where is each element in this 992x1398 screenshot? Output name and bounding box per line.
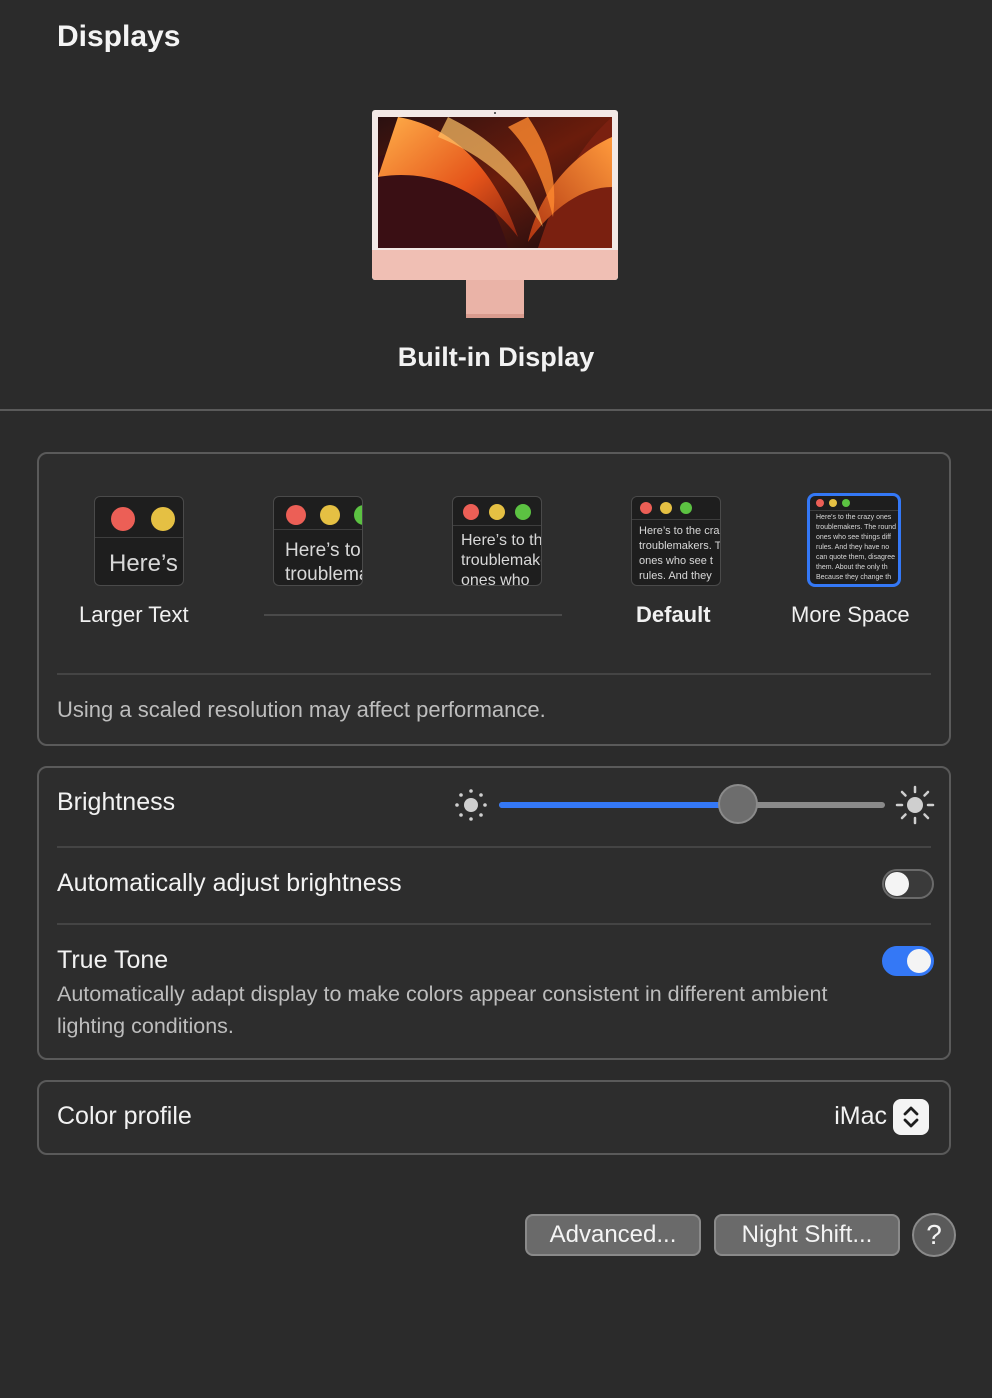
row-divider	[57, 923, 931, 925]
row-divider	[57, 673, 931, 675]
minimize-dot-icon	[320, 505, 340, 525]
resolution-preview: Here’s to the troublemakers	[273, 496, 363, 586]
brightness-low-icon	[455, 789, 487, 821]
color-profile-group: Color profile iMac	[37, 1080, 951, 1155]
auto-brightness-toggle[interactable]	[882, 869, 934, 899]
color-profile-select[interactable]	[893, 1099, 929, 1135]
minimize-dot-icon	[151, 507, 175, 531]
chevron-up-down-icon	[903, 1106, 919, 1128]
zoom-dot-icon	[515, 504, 531, 520]
close-dot-icon	[816, 499, 824, 507]
true-tone-label: True Tone	[57, 946, 169, 974]
true-tone-toggle[interactable]	[882, 946, 934, 976]
minimize-dot-icon	[829, 499, 837, 507]
imac-stand-foot	[466, 314, 524, 318]
wallpaper-image	[378, 117, 612, 248]
imac-stand	[466, 280, 524, 316]
night-shift-button[interactable]: Night Shift...	[714, 1214, 900, 1256]
display-name: Built-in Display	[397, 342, 595, 372]
color-profile-value[interactable]: iMac	[834, 1102, 887, 1131]
resolution-label: Larger Text	[79, 602, 189, 627]
close-dot-icon	[463, 504, 479, 520]
section-divider	[0, 409, 992, 411]
brightness-slider-knob[interactable]	[718, 784, 759, 824]
preview-text: Here's to the crazy ones troublemakers. …	[816, 514, 897, 581]
minimize-dot-icon	[660, 502, 672, 514]
row-divider	[57, 846, 931, 848]
brightness-high-icon	[895, 785, 935, 825]
close-dot-icon	[286, 505, 306, 525]
close-dot-icon	[111, 507, 135, 531]
resolution-label: More Space	[791, 602, 910, 627]
true-tone-description: Automatically adapt display to make colo…	[57, 982, 828, 1038]
brightness-slider-fill	[499, 802, 739, 808]
color-profile-label: Color profile	[57, 1102, 192, 1130]
advanced-button[interactable]: Advanced...	[525, 1214, 701, 1256]
brightness-slider[interactable]	[499, 784, 885, 824]
resolution-preview: Here’s	[94, 496, 184, 586]
preview-text: Here’s	[109, 550, 178, 577]
preview-text: Here’s to the troublemakers	[285, 540, 362, 585]
resolution-group-line	[264, 614, 562, 616]
zoom-dot-icon	[680, 502, 692, 514]
help-button[interactable]: ?	[912, 1213, 956, 1257]
resolution-label: Default	[636, 602, 711, 627]
resolution-preview-selected: Here's to the crazy ones troublemakers. …	[807, 493, 901, 587]
resolution-group: Here’s Larger Text Here’s to the trouble…	[37, 452, 951, 746]
imac-chin	[372, 250, 618, 280]
imac-display-icon[interactable]	[372, 110, 618, 320]
page-title: Displays	[57, 20, 181, 53]
preview-text: Here’s to the crazy troublemakers. The o…	[639, 525, 721, 582]
close-dot-icon	[640, 502, 652, 514]
preview-text: Here’s to the troublemakers ones who	[461, 532, 542, 586]
brightness-label: Brightness	[57, 788, 176, 816]
zoom-dot-icon	[842, 499, 850, 507]
resolution-preview: Here’s to the crazy troublemakers. The o…	[631, 496, 721, 586]
camera-dot	[494, 112, 496, 114]
minimize-dot-icon	[489, 504, 505, 520]
performance-note: Using a scaled resolution may affect per…	[57, 697, 546, 722]
auto-brightness-label: Automatically adjust brightness	[57, 869, 402, 897]
resolution-preview: Here’s to the troublemakers ones who	[452, 496, 542, 586]
brightness-group: Brightness Automatically adjust brightne…	[37, 766, 951, 1060]
